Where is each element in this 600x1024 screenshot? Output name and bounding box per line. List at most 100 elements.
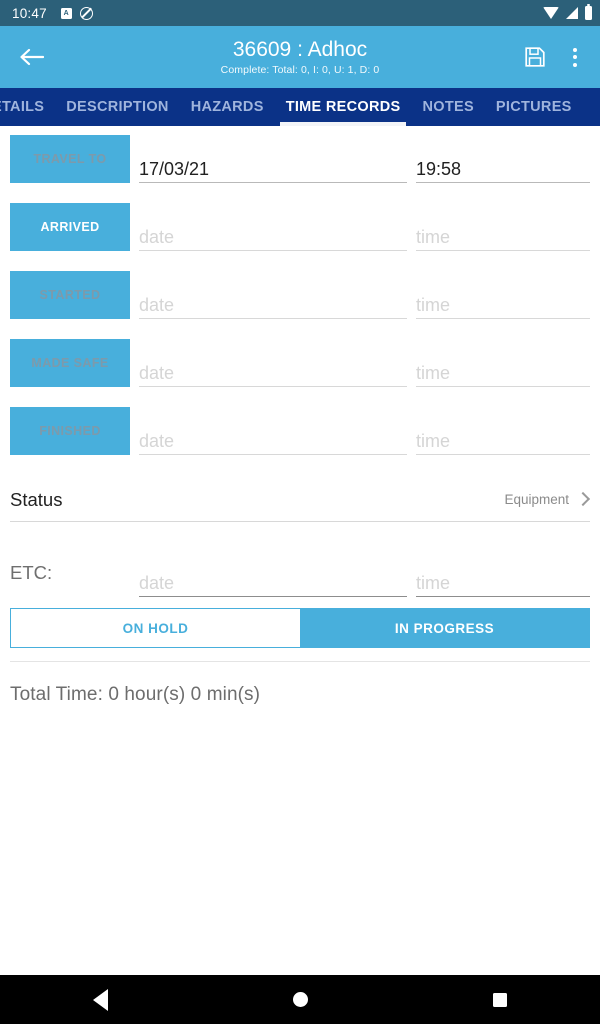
app-bar: 36609 : Adhoc Complete: Total: 0, I: 0, …	[0, 26, 600, 88]
nav-recents-icon[interactable]	[493, 992, 508, 1007]
overflow-dot-icon	[573, 62, 577, 67]
cell-signal-icon	[566, 7, 578, 19]
tab-label: HAZARDS	[190, 99, 264, 115]
floppy-disk-save-icon	[525, 47, 545, 67]
finished-date-input[interactable]: date	[139, 407, 407, 455]
etc-fields: date time	[139, 540, 590, 597]
field-placeholder: date	[139, 363, 175, 383]
field-underline	[416, 386, 590, 387]
tab-label: DESCRIPTION	[66, 99, 169, 115]
finished-button[interactable]: FINISHED	[10, 407, 130, 455]
field-underline	[139, 454, 407, 455]
field-placeholder: time	[416, 227, 451, 247]
field-underline	[416, 318, 590, 319]
field-underline	[416, 182, 590, 183]
tab-bar[interactable]: ETAILS DESCRIPTION HAZARDS TIME RECORDS …	[0, 88, 600, 126]
status-value: Equipment	[504, 492, 569, 507]
system-status-bar: 10:47 A	[0, 0, 600, 26]
chip-label: FINISHED	[39, 424, 101, 438]
app-badge-icon: A	[60, 7, 72, 19]
field-underline	[416, 454, 590, 455]
time-records-panel: TRAVEL TO 17/03/21 19:58 ARRIVED date ti…	[0, 126, 600, 706]
status-selector[interactable]: Equipment	[504, 491, 591, 507]
save-button[interactable]	[520, 41, 550, 73]
status-bar-system-icons	[543, 3, 592, 20]
made-safe-time-input[interactable]: time	[416, 339, 590, 387]
tab-label: ETAILS	[0, 99, 45, 115]
arrived-fields: date time	[139, 194, 590, 251]
field-placeholder: date	[139, 227, 175, 247]
tab-details[interactable]: ETAILS	[0, 88, 55, 126]
app-bar-actions	[520, 41, 586, 73]
made-safe-date-input[interactable]: date	[139, 339, 407, 387]
field-underline	[139, 318, 407, 319]
field-underline	[416, 250, 590, 251]
travel-to-fields: 17/03/21 19:58	[139, 126, 590, 183]
field-placeholder: date	[139, 573, 175, 593]
tab-hazards[interactable]: HAZARDS	[180, 88, 275, 126]
tab-label: NOTES	[422, 99, 474, 115]
nav-home-icon[interactable]	[292, 992, 308, 1007]
overflow-dot-icon	[573, 55, 577, 59]
finished-time-input[interactable]: time	[416, 407, 590, 455]
app-bar-title-block: 36609 : Adhoc Complete: Total: 0, I: 0, …	[0, 26, 600, 88]
arrow-left-icon	[19, 48, 44, 66]
made-safe-button[interactable]: MADE SAFE	[10, 339, 130, 387]
arrived-button[interactable]: ARRIVED	[10, 203, 130, 251]
in-progress-button[interactable]: IN PROGRESS	[300, 609, 589, 647]
arrived-time-input[interactable]: time	[416, 203, 590, 251]
back-button[interactable]	[14, 40, 48, 74]
field-underline	[139, 596, 407, 597]
job-state-toggle-group[interactable]: ON HOLD IN PROGRESS	[10, 608, 590, 648]
travel-to-time-input[interactable]: 19:58	[416, 135, 590, 183]
time-record-row: TRAVEL TO 17/03/21 19:58	[10, 126, 590, 194]
page-subtitle: Complete: Total: 0, I: 0, U: 1, D: 0	[220, 64, 380, 77]
status-bar-notification-icons: A	[60, 6, 93, 20]
field-underline	[139, 250, 407, 251]
tab-label: TIME RECORDS	[285, 99, 401, 115]
tab-description[interactable]: DESCRIPTION	[55, 88, 179, 126]
toggle-label: ON HOLD	[122, 620, 189, 636]
field-placeholder: date	[139, 295, 175, 315]
time-record-row: MADE SAFE date time	[10, 330, 590, 398]
status-label: Status	[10, 488, 63, 510]
arrived-date-input[interactable]: date	[139, 203, 407, 251]
made-safe-fields: date time	[139, 330, 590, 387]
chip-label: ARRIVED	[40, 220, 100, 234]
nav-back-icon[interactable]	[92, 988, 108, 1011]
tab-notes[interactable]: NOTES	[411, 88, 484, 126]
status-bar-clock: 10:47	[12, 5, 47, 21]
etc-date-input[interactable]: date	[139, 549, 407, 597]
battery-icon	[585, 3, 592, 20]
travel-to-button[interactable]: TRAVEL TO	[10, 135, 130, 183]
tab-label: PICTURES	[495, 99, 572, 115]
toggle-label: IN PROGRESS	[394, 620, 495, 636]
field-value: 19:58	[416, 159, 462, 179]
etc-label: ETC:	[10, 562, 53, 583]
field-placeholder: date	[139, 431, 175, 451]
started-date-input[interactable]: date	[139, 271, 407, 319]
chevron-right-icon	[575, 491, 591, 507]
field-underline	[139, 386, 407, 387]
chip-label: STARTED	[39, 288, 101, 302]
tab-time-records[interactable]: TIME RECORDS	[275, 88, 412, 126]
page-title: 36609 : Adhoc	[232, 37, 368, 61]
overflow-menu-button[interactable]	[564, 42, 586, 72]
etc-row: ETC: date time	[10, 540, 590, 602]
finished-fields: date time	[139, 398, 590, 455]
time-record-row: FINISHED date time	[10, 398, 590, 466]
tab-pictures[interactable]: PICTURES	[485, 88, 583, 126]
wifi-icon	[543, 7, 559, 19]
on-hold-button[interactable]: ON HOLD	[11, 609, 300, 647]
chip-label: MADE SAFE	[31, 356, 109, 370]
started-time-input[interactable]: time	[416, 271, 590, 319]
travel-to-date-input[interactable]: 17/03/21	[139, 135, 407, 183]
status-row[interactable]: Status Equipment	[10, 478, 591, 522]
time-record-row: STARTED date time	[10, 262, 590, 330]
field-placeholder: time	[416, 363, 451, 383]
started-button[interactable]: STARTED	[10, 271, 130, 319]
time-record-row: ARRIVED date time	[10, 194, 590, 262]
android-navigation-bar	[0, 975, 600, 1024]
field-value: 17/03/21	[139, 159, 210, 179]
etc-time-input[interactable]: time	[416, 549, 590, 597]
